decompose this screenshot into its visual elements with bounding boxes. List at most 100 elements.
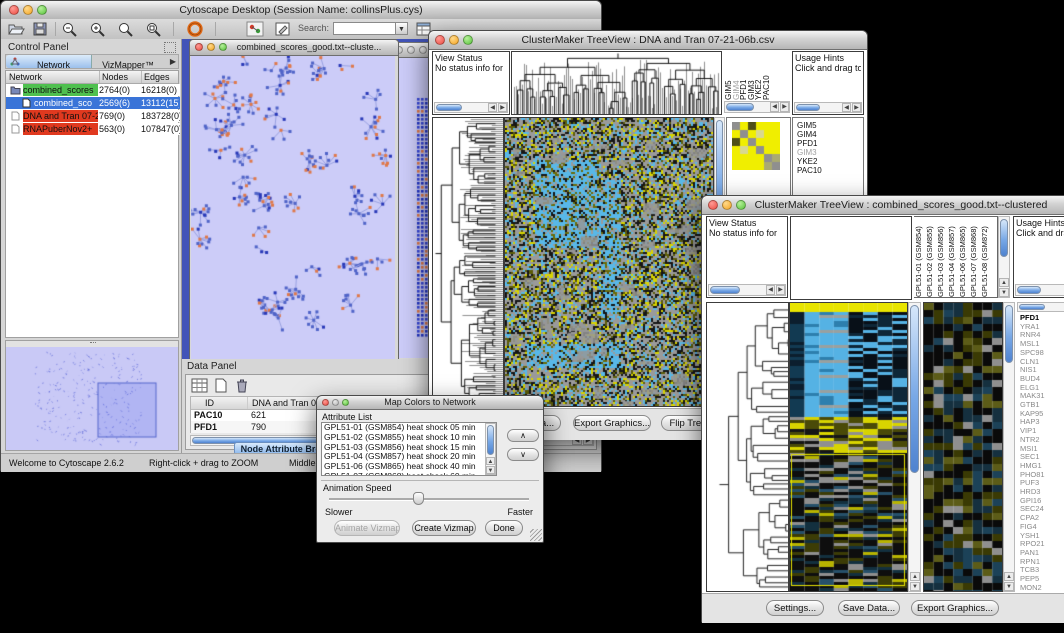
scrollbar-thumb[interactable] — [796, 104, 820, 111]
column-dendrogram-canvas[interactable] — [512, 52, 721, 114]
zoom-vscrollbar[interactable]: ▲ ▼ — [1003, 302, 1015, 592]
scroll-down-arrow[interactable]: ▼ — [999, 288, 1009, 297]
minimize-button[interactable] — [722, 200, 732, 210]
scroll-up-arrow[interactable]: ▲ — [1004, 572, 1014, 581]
trash-icon[interactable] — [235, 378, 249, 393]
scrollbar-thumb[interactable] — [436, 104, 462, 111]
network-canvas-1[interactable] — [191, 56, 395, 359]
tab-network[interactable]: Network — [6, 55, 92, 68]
open-icon[interactable] — [7, 21, 25, 37]
gene-item[interactable]: GIM5 — [797, 121, 863, 130]
cytoscape-titlebar[interactable]: Cytoscape Desktop (Session Name: collins… — [1, 1, 601, 20]
scroll-up-arrow[interactable]: ▲ — [999, 278, 1009, 287]
gene-item[interactable]: MON2 — [1020, 584, 1064, 592]
zoom-button[interactable] — [736, 200, 746, 210]
resize-grip[interactable] — [530, 529, 542, 541]
scroll-down-arrow[interactable]: ▼ — [910, 582, 920, 591]
close-button[interactable] — [9, 5, 19, 15]
scrollbar-thumb[interactable] — [1019, 304, 1045, 310]
column-label[interactable]: GIM4 — [732, 51, 740, 100]
close-button[interactable] — [195, 43, 203, 51]
scroll-up-arrow[interactable]: ▲ — [486, 457, 495, 465]
tab-overflow-button[interactable]: ▶ — [170, 57, 176, 66]
scroll-left-arrow[interactable]: ◀ — [770, 102, 779, 112]
heatmap-canvas[interactable] — [790, 303, 907, 591]
heatmap-vscrollbar[interactable]: ▲ ▼ — [908, 302, 921, 592]
column-label[interactable]: YKE2 — [754, 51, 762, 100]
minimize-button[interactable] — [207, 43, 215, 51]
scrollbar-thumb[interactable] — [1005, 305, 1013, 363]
heatmap-canvas[interactable] — [505, 118, 713, 406]
network-row-combined-sco-selected[interactable]: combined_sco 2569(6) 13112(15) — [6, 97, 180, 109]
scrollbar-thumb[interactable] — [487, 425, 494, 455]
scroll-right-arrow[interactable]: ▶ — [776, 285, 785, 295]
zoom-in-icon[interactable] — [89, 21, 107, 37]
export-graphics-button[interactable]: Export Graphics... — [911, 600, 999, 616]
create-vizmap-button[interactable]: Create Vizmap — [412, 520, 476, 536]
zoom-heatmap-canvas[interactable] — [924, 303, 1002, 591]
scrollbar-thumb[interactable] — [1017, 286, 1041, 294]
treeview2-titlebar[interactable]: ClusterMaker TreeView : combined_scores_… — [702, 196, 1064, 215]
birdseye-canvas[interactable] — [6, 347, 178, 450]
minimize-button[interactable] — [449, 35, 459, 45]
scroll-left-arrow[interactable]: ◀ — [766, 285, 775, 295]
zoom-button[interactable] — [342, 399, 349, 406]
zoom-button[interactable] — [219, 43, 227, 51]
view-status-hscrollbar[interactable]: ◀ ▶ — [434, 102, 508, 113]
gene-list-hscrollbar[interactable] — [1017, 302, 1064, 312]
attribute-list-vscrollbar[interactable]: ▲ ▼ — [485, 423, 496, 475]
move-up-button[interactable]: ∧ — [507, 429, 539, 442]
minimize-button[interactable] — [407, 46, 415, 54]
column-label[interactable]: PFD1 — [739, 51, 747, 100]
network-list-header[interactable]: Network Nodes Edges — [6, 71, 178, 84]
tab-vizmapper[interactable]: VizMapper™ — [92, 55, 164, 68]
gene-item[interactable]: PAC10 — [797, 166, 863, 175]
scroll-left-arrow[interactable]: ◀ — [488, 103, 497, 112]
annotation-icon[interactable] — [274, 21, 292, 37]
column-label[interactable]: GPL51-03 (GSM856) — [936, 217, 947, 297]
column-label[interactable]: GPL51-02 (GSM855) — [925, 217, 936, 297]
speed-slider-track[interactable] — [329, 498, 529, 501]
gene-item[interactable]: GIM4 — [797, 130, 863, 139]
save-icon[interactable] — [31, 21, 49, 37]
column-label[interactable]: GPL51-07 (GSM868) — [969, 217, 980, 297]
view-status-hscrollbar[interactable]: ◀ ▶ — [708, 284, 786, 296]
zoom-out-icon[interactable] — [61, 21, 79, 37]
scroll-up-arrow[interactable]: ▲ — [910, 572, 920, 581]
column-label[interactable]: GPL51-08 (GSM872) — [980, 217, 991, 297]
network-frame-1-titlebar[interactable]: combined_scores_good.txt--cluste... — [190, 40, 398, 56]
scrollbar-thumb[interactable] — [710, 286, 740, 294]
column-label[interactable]: GIM3 — [747, 51, 755, 100]
attribute-list[interactable]: GPL51-01 (GSM854) heat shock 05 minGPL51… — [321, 422, 497, 476]
settings-button[interactable]: Settings... — [766, 600, 824, 616]
column-label[interactable]: PAC10 — [762, 51, 770, 100]
zoom-button[interactable] — [419, 46, 427, 54]
scrollbar-thumb[interactable] — [726, 103, 754, 111]
minimize-button[interactable] — [332, 399, 339, 406]
close-button[interactable] — [322, 399, 329, 406]
column-label[interactable]: GPL51-01 (GSM854) — [914, 217, 925, 297]
column-label[interactable]: GIM5 — [724, 51, 732, 100]
search-input[interactable] — [333, 22, 397, 35]
dialog-titlebar[interactable]: Map Colors to Network — [317, 396, 543, 410]
column-dendrogram-frame[interactable] — [790, 216, 912, 300]
node-icon[interactable] — [246, 21, 264, 37]
column-label[interactable]: GPL51-06 (GSM865) — [958, 217, 969, 297]
row-dendrogram-canvas[interactable] — [707, 303, 788, 591]
labels-vscrollbar[interactable]: ▲ ▼ — [998, 216, 1010, 298]
speed-slider-thumb[interactable] — [413, 492, 424, 505]
network-row-dna-tran[interactable]: DNA and Tran 07-21-06b 769(0) 183728(0) — [6, 110, 180, 122]
animate-vizmap-button[interactable]: Animate Vizmap — [334, 520, 400, 536]
network-row-rnapubernov2[interactable]: RNAPuberNov2+ 563(0) 107847(0) — [6, 123, 180, 135]
gene-item[interactable]: YKE2 — [797, 157, 863, 166]
usage-hints-hscrollbar[interactable] — [1015, 284, 1064, 296]
table-icon[interactable] — [191, 378, 208, 393]
usage-hints-hscrollbar[interactable]: ◀ ▶ — [794, 102, 862, 113]
search-dropdown-arrow[interactable]: ▼ — [395, 22, 408, 35]
scroll-down-arrow[interactable]: ▼ — [1004, 582, 1014, 591]
similarity-matrix-canvas[interactable] — [732, 122, 780, 170]
scroll-left-arrow[interactable]: ◀ — [842, 103, 851, 112]
network-row-combined-scores[interactable]: combined_scores 2764(0) 16218(0) — [6, 84, 180, 96]
close-button[interactable] — [435, 35, 445, 45]
network-frame-1[interactable]: combined_scores_good.txt--cluste... — [189, 39, 399, 359]
